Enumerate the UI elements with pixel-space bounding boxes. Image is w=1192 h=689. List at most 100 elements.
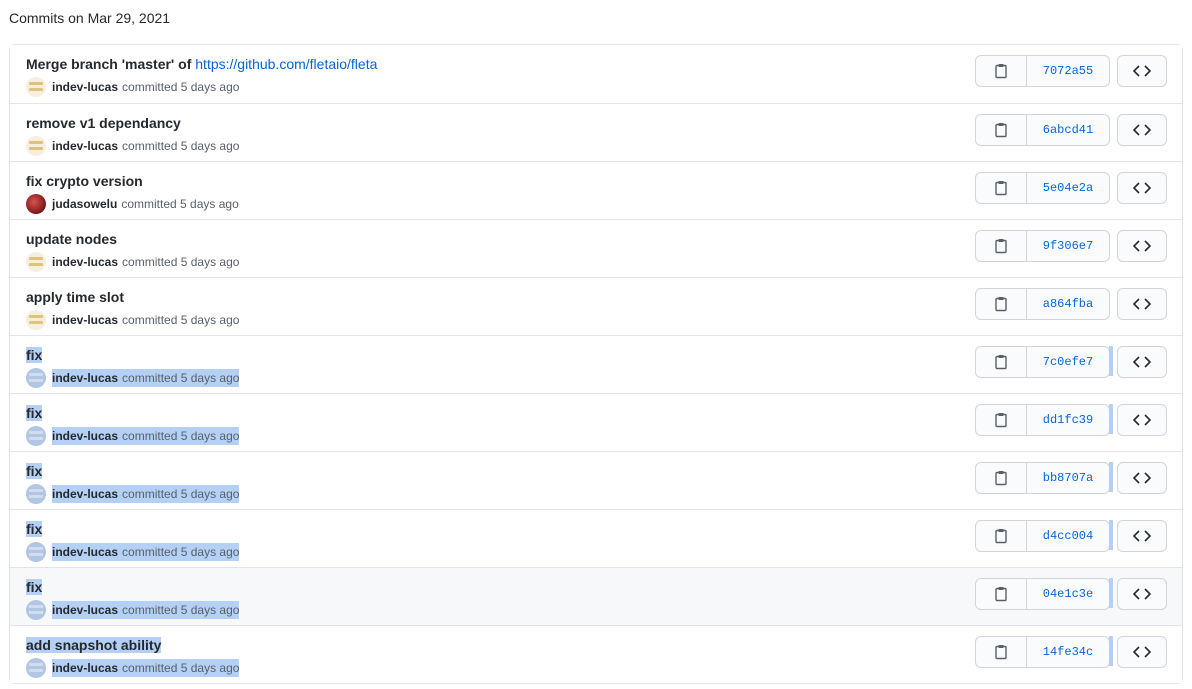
commit-message[interactable]: fix (26, 346, 43, 364)
browse-repo-button[interactable] (1117, 114, 1167, 146)
commit-author[interactable]: indev-lucas (52, 371, 118, 385)
avatar[interactable] (26, 542, 46, 562)
commit-message[interactable]: Merge branch 'master' of https://github.… (26, 55, 377, 73)
commit-message-text[interactable]: remove v1 dependancy (26, 115, 181, 131)
commit-time: 5 days ago (180, 661, 240, 675)
code-icon (1133, 530, 1151, 542)
commit-sha-link[interactable]: dd1fc39 (1027, 405, 1109, 435)
commit-meta: indev-lucas committed 5 days ago (26, 484, 240, 504)
commit-sha-link[interactable]: 14fe34c (1027, 637, 1109, 667)
commit-message[interactable]: fix (26, 578, 43, 596)
committed-label: committed (122, 603, 181, 617)
sha-button-group: 04e1c3e (975, 578, 1110, 610)
commit-sha-link[interactable]: 7072a55 (1027, 56, 1109, 86)
browse-repo-button[interactable] (1117, 578, 1167, 610)
copy-sha-button[interactable] (976, 289, 1027, 319)
commit-message-text[interactable]: update nodes (26, 231, 117, 247)
avatar[interactable] (26, 310, 46, 330)
browse-repo-button[interactable] (1117, 230, 1167, 262)
commit-message[interactable]: apply time slot (26, 288, 124, 306)
commit-sha-link[interactable]: 7c0efe7 (1027, 347, 1109, 377)
commit-message-text[interactable]: Merge branch 'master' of (26, 56, 195, 72)
avatar[interactable] (26, 136, 46, 156)
commit-author[interactable]: indev-lucas (52, 487, 118, 501)
commit-message-text[interactable]: fix crypto version (26, 173, 143, 189)
commit-message-text[interactable]: apply time slot (26, 289, 124, 305)
sha-button-group: 7c0efe7 (975, 346, 1110, 378)
copy-sha-button[interactable] (976, 579, 1027, 609)
commit-time: 5 days ago (180, 80, 240, 94)
copy-sha-button[interactable] (976, 637, 1027, 667)
commit-sha-link[interactable]: 04e1c3e (1027, 579, 1109, 609)
clipboard-icon (994, 354, 1008, 370)
commit-sha-link[interactable]: bb8707a (1027, 463, 1109, 493)
browse-repo-button[interactable] (1117, 520, 1167, 552)
commit-message[interactable]: update nodes (26, 230, 117, 248)
commit-message[interactable]: fix (26, 520, 43, 538)
commit-author[interactable]: indev-lucas (52, 313, 118, 327)
copy-sha-button[interactable] (976, 115, 1027, 145)
commit-author[interactable]: judasowelu (52, 197, 117, 211)
commit-sha-link[interactable]: 5e04e2a (1027, 173, 1109, 203)
copy-sha-button[interactable] (976, 521, 1027, 551)
commit-sha-link[interactable]: d4cc004 (1027, 521, 1109, 551)
avatar[interactable] (26, 368, 46, 388)
commit-author[interactable]: indev-lucas (52, 661, 118, 675)
avatar[interactable] (26, 600, 46, 620)
commit-sha-link[interactable]: 9f306e7 (1027, 231, 1109, 261)
commit-author[interactable]: indev-lucas (52, 255, 118, 269)
browse-repo-button[interactable] (1117, 288, 1167, 320)
browse-repo-button[interactable] (1117, 462, 1167, 494)
copy-sha-button[interactable] (976, 463, 1027, 493)
avatar[interactable] (26, 194, 46, 214)
commit-message-text[interactable]: fix (26, 521, 43, 537)
clipboard-icon (994, 180, 1008, 196)
avatar[interactable] (26, 252, 46, 272)
code-icon (1133, 65, 1151, 77)
selection-highlight (1109, 404, 1113, 434)
commit-author[interactable]: indev-lucas (52, 429, 118, 443)
clipboard-icon (994, 296, 1008, 312)
commit-time: 5 days ago (180, 371, 240, 385)
commit-message-text[interactable]: fix (26, 463, 43, 479)
browse-repo-button[interactable] (1117, 346, 1167, 378)
copy-sha-button[interactable] (976, 347, 1027, 377)
sha-button-group: d4cc004 (975, 520, 1110, 552)
commit-message[interactable]: fix crypto version (26, 172, 143, 190)
commit-message[interactable]: fix (26, 462, 43, 480)
copy-sha-button[interactable] (976, 405, 1027, 435)
avatar[interactable] (26, 77, 46, 97)
commit-message[interactable]: add snapshot ability (26, 636, 162, 654)
clipboard-icon (994, 644, 1008, 660)
avatar[interactable] (26, 658, 46, 678)
commit-message-link[interactable]: https://github.com/fletaio/fleta (195, 56, 377, 72)
sha-button-group: 9f306e7 (975, 230, 1110, 262)
committed-label: committed (122, 139, 181, 153)
commit-author[interactable]: indev-lucas (52, 603, 118, 617)
copy-sha-button[interactable] (976, 56, 1027, 86)
browse-repo-button[interactable] (1117, 55, 1167, 87)
browse-repo-button[interactable] (1117, 636, 1167, 668)
commit-message-text[interactable]: fix (26, 347, 43, 363)
commit-time: 5 days ago (180, 545, 240, 559)
commit-author[interactable]: indev-lucas (52, 139, 118, 153)
avatar[interactable] (26, 426, 46, 446)
commit-sha-link[interactable]: a864fba (1027, 289, 1109, 319)
commit-message[interactable]: fix (26, 404, 43, 422)
commit-sha-link[interactable]: 6abcd41 (1027, 115, 1109, 145)
avatar[interactable] (26, 484, 46, 504)
browse-repo-button[interactable] (1117, 172, 1167, 204)
commit-meta-text: indev-lucas committed 5 days ago (52, 311, 239, 329)
browse-repo-button[interactable] (1117, 404, 1167, 436)
commit-message-text[interactable]: add snapshot ability (26, 637, 162, 653)
commit-author[interactable]: indev-lucas (52, 80, 118, 94)
commit-message-text[interactable]: fix (26, 579, 43, 595)
commit-message-text[interactable]: fix (26, 405, 43, 421)
sha-button-group: bb8707a (975, 462, 1110, 494)
committed-label: committed (122, 661, 181, 675)
selection-highlight (1109, 636, 1113, 666)
copy-sha-button[interactable] (976, 173, 1027, 203)
commit-message[interactable]: remove v1 dependancy (26, 114, 181, 132)
commit-author[interactable]: indev-lucas (52, 545, 118, 559)
copy-sha-button[interactable] (976, 231, 1027, 261)
